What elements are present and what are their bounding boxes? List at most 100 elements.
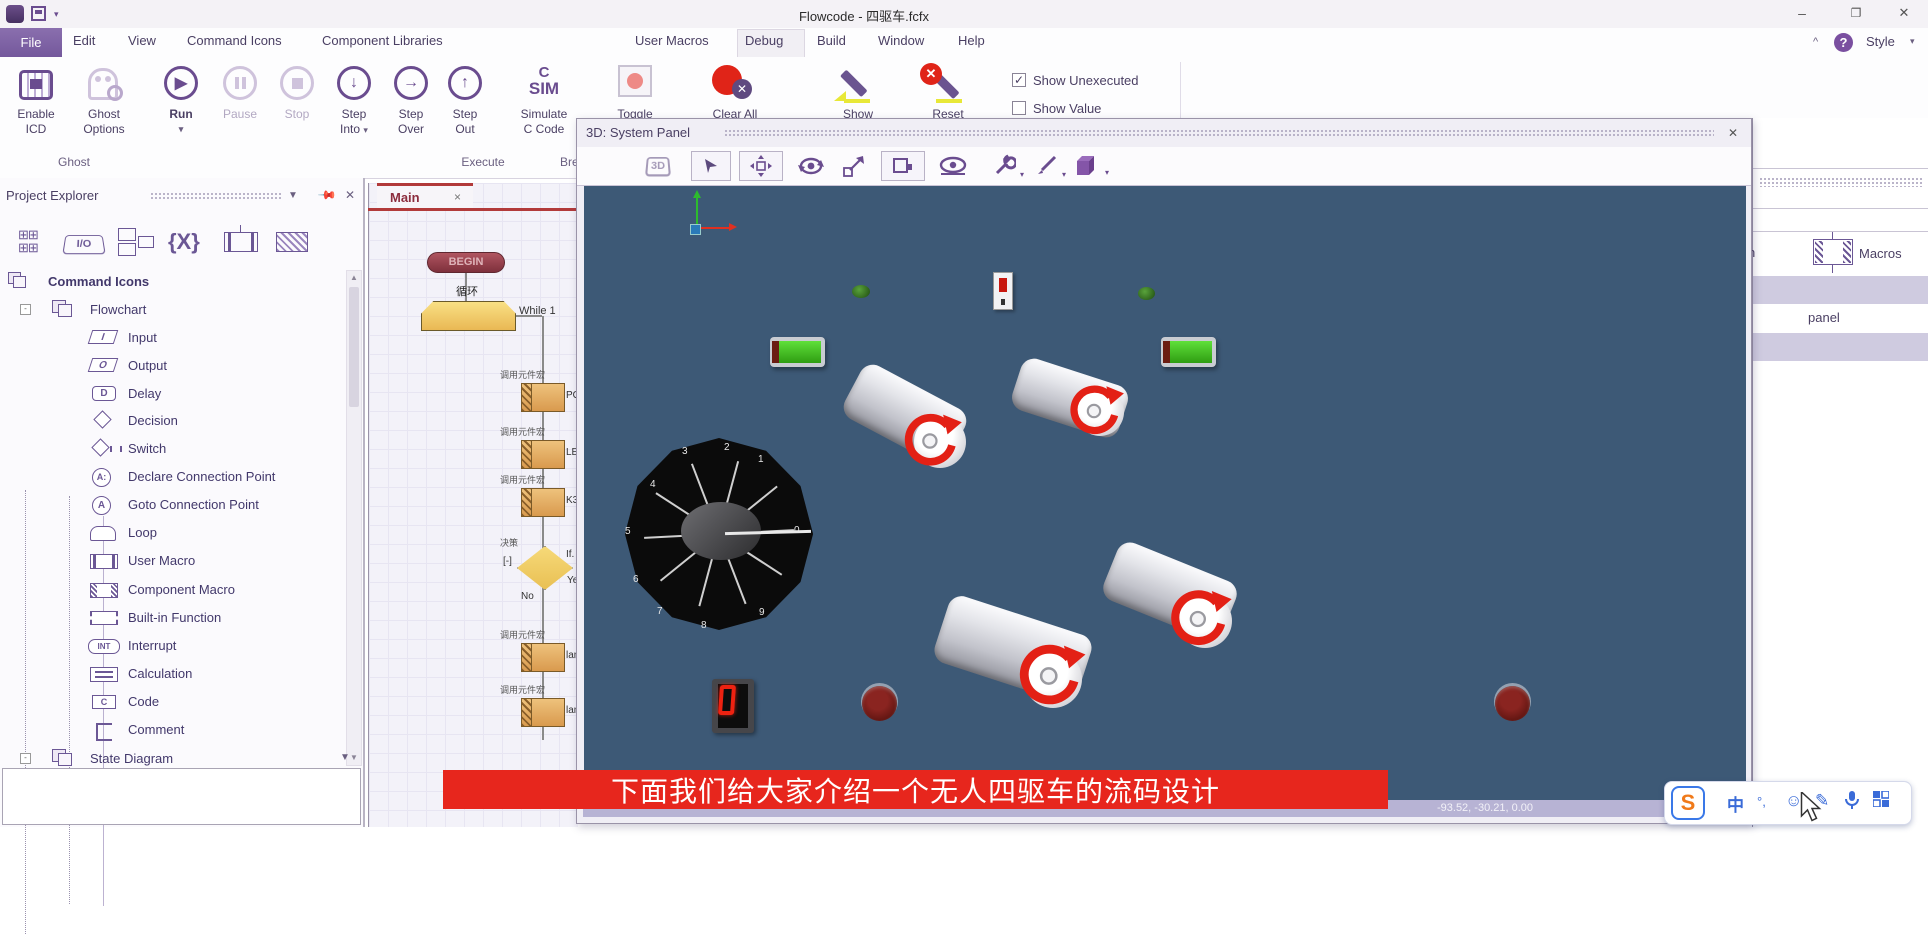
style-caret-icon[interactable]: ▾ [1910,36,1915,47]
pause-button[interactable]: Pause [209,107,271,122]
step-into-button[interactable]: StepInto ▾ [323,107,385,138]
show-code-icon[interactable] [832,67,878,103]
ghost-options-icon[interactable] [88,68,118,100]
flow-macro-node[interactable] [521,383,565,412]
save-icon[interactable] [31,6,46,21]
scale-tool-button[interactable] [837,151,871,181]
tab-main[interactable]: Main × [377,183,473,209]
system-panel-3d-window[interactable]: 3D: System Panel ✕ 3D ▾ ▾ [576,118,1752,824]
tree-item-interrupt[interactable]: Interrupt [128,638,176,653]
menu-command-icons[interactable]: Command Icons [187,33,282,48]
tab-close-icon[interactable]: × [454,190,461,204]
tree-item-builtin-function[interactable]: Built-in Function [128,610,221,625]
green-led-component[interactable] [852,285,870,298]
system-panel-close-icon[interactable]: ✕ [1728,126,1738,140]
menu-view[interactable]: View [128,33,156,48]
macros-label[interactable]: Macros [1859,246,1902,261]
toggle-breakpoint-icon[interactable] [618,65,652,97]
ghost-options-button[interactable]: GhostOptions [70,107,138,137]
tree-item-decision[interactable]: Decision [128,413,178,428]
menu-edit[interactable]: Edit [73,33,95,48]
move-tool-button[interactable] [739,151,783,181]
round-led-component[interactable] [1495,686,1530,721]
panel-drag-texture[interactable] [1759,177,1923,187]
tree-item-state-diagram[interactable]: State Diagram [90,751,173,766]
flow-macro-node[interactable] [521,488,565,517]
ime-lang-toggle[interactable]: 中 [1727,791,1744,816]
brush-tool-icon[interactable]: ▾ [1029,151,1063,181]
tree-item-output[interactable]: Output [128,358,167,373]
windows-icon[interactable] [118,228,158,258]
menu-file[interactable]: File [0,28,62,57]
flow-macro-node[interactable] [521,643,565,672]
box-select-button[interactable] [881,151,925,181]
tree-item-delay[interactable]: Delay [128,386,161,401]
enable-icd-button[interactable]: EnableICD [2,107,70,137]
menu-build[interactable]: Build [817,33,846,48]
user-macro-toolbar-icon[interactable] [220,228,264,256]
variables-icon[interactable]: {X} [168,228,210,256]
panel-drag-texture[interactable] [724,129,1714,138]
help-icon[interactable]: ? [1834,33,1853,52]
tree-item-loop[interactable]: Loop [128,525,157,540]
quick-access-caret-icon[interactable]: ▾ [54,9,59,20]
tree-item-declare-connection-point[interactable]: Declare Connection Point [128,469,275,484]
stop-button[interactable]: Stop [266,107,328,122]
tree-item-user-macro[interactable]: User Macro [128,553,195,568]
ribbon-collapse-icon[interactable]: ^ [1813,36,1818,48]
3d-scene[interactable]: 0 1 2 3 4 5 6 7 8 9 [584,186,1746,801]
simulate-c-code-icon[interactable]: C SIM [524,65,564,97]
tree-item-calculation[interactable]: Calculation [128,666,192,681]
seven-segment-display[interactable] [712,679,754,733]
restore-button[interactable]: ❐ [1845,6,1867,20]
step-out-icon[interactable]: ↑ [448,66,482,100]
style-dropdown[interactable]: Style [1866,34,1895,49]
pause-icon[interactable] [223,66,257,100]
run-button[interactable]: Run▾ [150,107,212,137]
flow-while-node[interactable] [421,301,516,331]
flow-macro-node[interactable] [521,440,565,469]
tree-item-code[interactable]: Code [128,694,159,709]
menu-help[interactable]: Help [958,33,985,48]
ime-microphone-icon[interactable] [1845,791,1859,814]
select-tool-button[interactable] [691,151,731,181]
component-macro-toolbar-icon[interactable] [272,228,312,256]
run-icon[interactable]: ▶ [164,66,198,100]
step-over-button[interactable]: StepOver [380,107,442,137]
switch-component[interactable] [993,272,1013,310]
visibility-eye-icon[interactable] [933,151,973,181]
panel-label[interactable]: panel [1808,310,1840,325]
show-unexecuted-checkbox[interactable]: ✓ [1012,73,1026,87]
project-explorer-scrollbar[interactable]: ▲ ▼ [346,270,362,766]
minimize-button[interactable]: – [1791,5,1813,21]
reset-code-icon[interactable]: ✕ [922,67,968,103]
tree-item-input[interactable]: Input [128,330,157,345]
tree-item-component-macro[interactable]: Component Macro [128,582,235,597]
tree-item-goto-connection-point[interactable]: Goto Connection Point [128,497,259,512]
step-into-icon[interactable]: ↓ [337,66,371,100]
menu-debug[interactable]: Debug [745,33,783,48]
simulate-c-code-button[interactable]: SimulateC Code [509,107,579,137]
tree-item-flowchart[interactable]: Flowchart [90,302,146,317]
panel-menu-caret-icon[interactable]: ▼ [288,190,298,201]
ime-toolbar[interactable]: S 中 °, ☺ ✎ [1664,781,1912,825]
material-cube-icon[interactable]: ▾ [1067,151,1107,181]
menu-user-macros[interactable]: User Macros [635,33,709,48]
green-led-component[interactable] [1138,287,1155,300]
ime-keyboard-grid-icon[interactable] [1873,791,1889,812]
menu-window[interactable]: Window [878,33,924,48]
flow-macro-node[interactable] [521,698,565,727]
clear-breakpoints-icon[interactable]: ✕ [712,65,742,95]
tree-item-comment[interactable]: Comment [128,722,184,737]
close-button[interactable]: ✕ [1893,5,1915,21]
sogou-logo-icon[interactable]: S [1671,786,1705,820]
rotary-dial-component[interactable]: 0 1 2 3 4 5 6 7 8 9 [621,434,817,634]
battery-led-component[interactable] [1161,337,1216,367]
step-out-button[interactable]: StepOut [434,107,496,137]
flow-collapse-mark[interactable]: [-] [503,556,512,567]
expand-toggle[interactable]: - [20,753,31,764]
round-led-component[interactable] [862,686,897,721]
panel-drag-texture[interactable] [150,192,282,200]
pin-icon[interactable]: 📌 [317,185,337,205]
expand-toggle[interactable]: - [20,304,31,315]
